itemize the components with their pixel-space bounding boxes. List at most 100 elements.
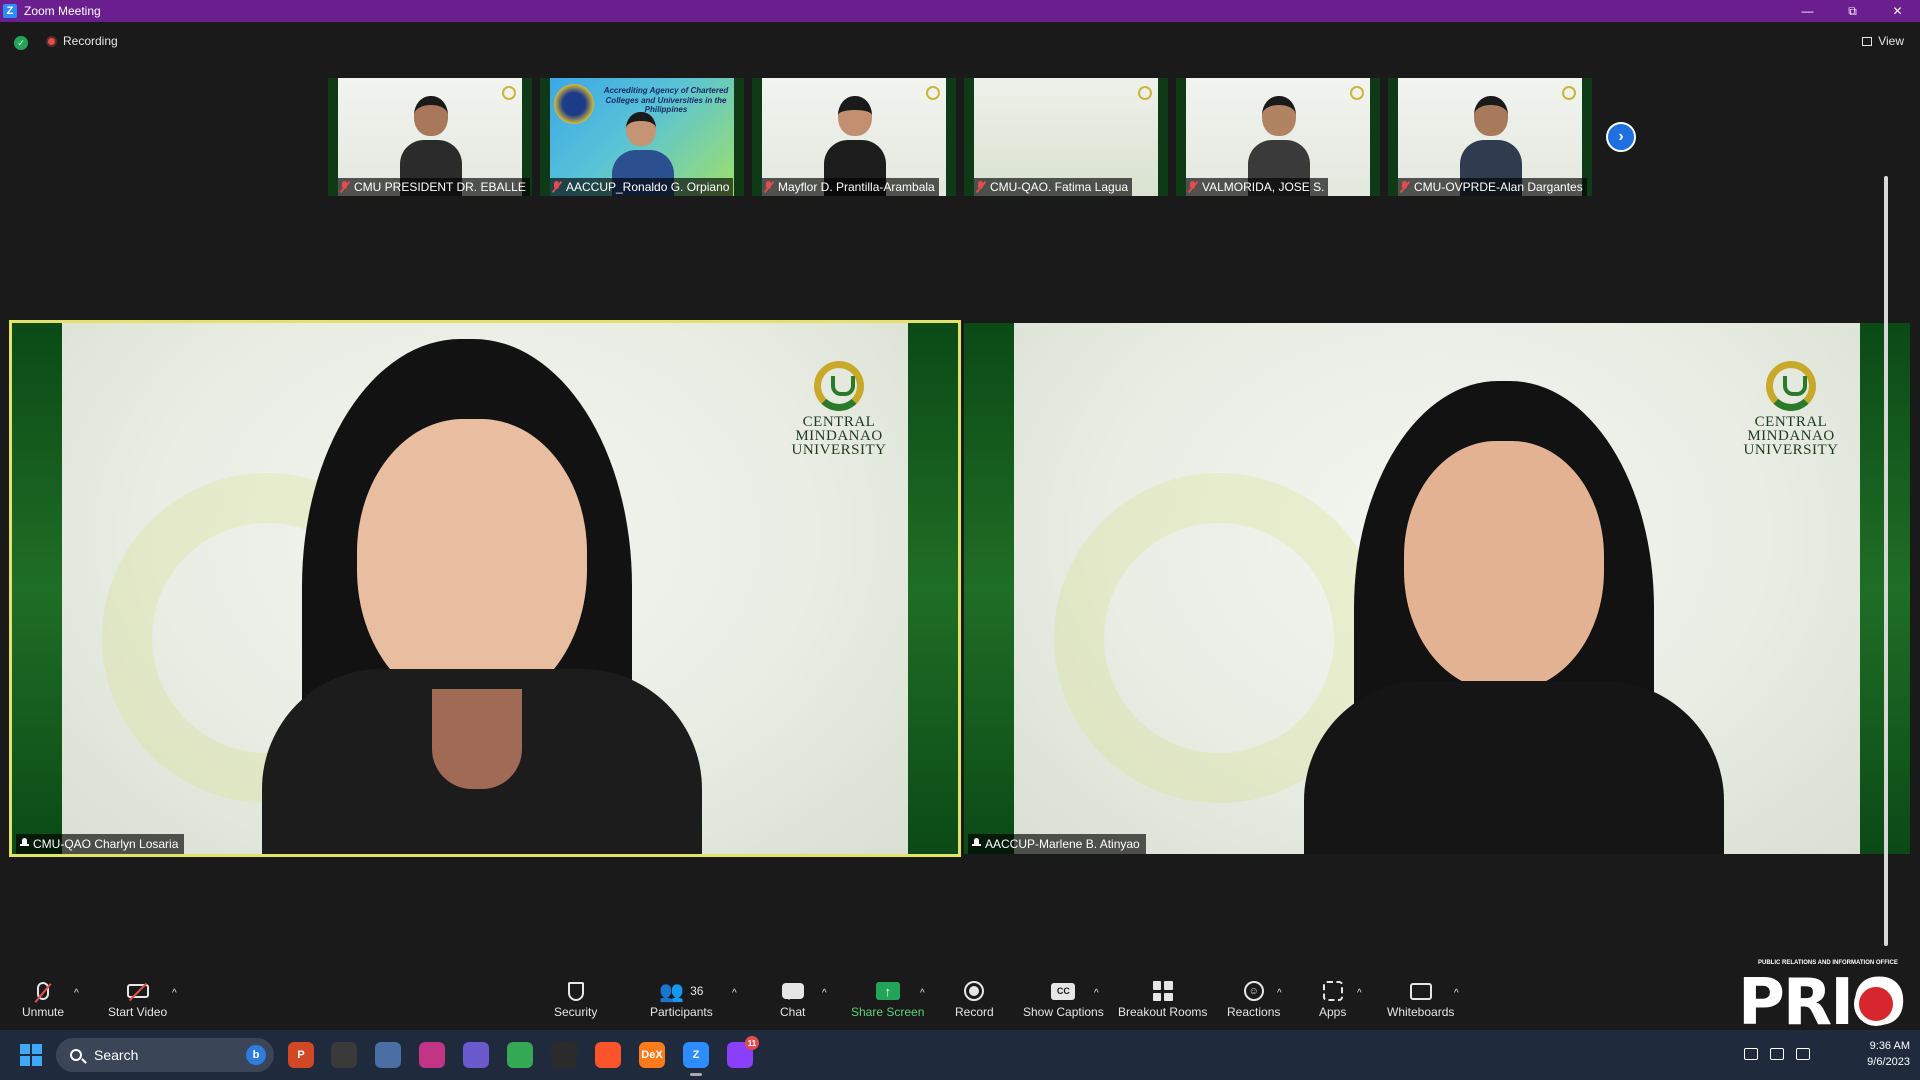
record-icon xyxy=(964,981,985,1001)
participant-gallery-strip: CMU PRESIDENT DR. EBALLE Accrediting Age… xyxy=(328,78,1592,196)
apps-button[interactable]: Apps xyxy=(1319,980,1346,1019)
obs-icon[interactable] xyxy=(551,1042,577,1068)
cmu-logo: CENTRAL MINDANAO UNIVERSITY xyxy=(1736,361,1846,458)
close-button[interactable]: ✕ xyxy=(1875,0,1920,22)
microphone-muted-icon xyxy=(37,982,50,1000)
messenger-icon[interactable]: 11 xyxy=(727,1036,759,1068)
chat-icon xyxy=(781,983,804,1000)
zoom-logo-icon: Z xyxy=(3,4,17,18)
clock-icon[interactable] xyxy=(331,1042,357,1068)
participant-thumbnail[interactable]: CMU PRESIDENT DR. EBALLE xyxy=(328,78,532,196)
video-options-caret-icon[interactable]: ^ xyxy=(172,988,177,999)
captions-options-caret-icon[interactable]: ^ xyxy=(1094,988,1099,999)
taskbar-search-box[interactable]: Search b xyxy=(56,1038,274,1072)
network-icon[interactable] xyxy=(1744,1048,1758,1060)
participant-thumbnail[interactable]: CMU-QAO. Fatima Lagua xyxy=(964,78,1168,196)
search-placeholder: Search xyxy=(94,1047,139,1063)
encryption-shield-icon[interactable]: ✓ xyxy=(14,36,28,50)
reactions-options-caret-icon[interactable]: ^ xyxy=(1277,988,1282,999)
meeting-toolbar: Unmute ^ Start Video ^ Security 👥 36 Part… xyxy=(0,968,1920,1030)
mic-icon xyxy=(972,838,981,850)
aaccup-banner-text: Accrediting Agency of Chartered Colleges… xyxy=(603,86,729,115)
whiteboards-options-caret-icon[interactable]: ^ xyxy=(1454,988,1459,999)
whiteboard-icon xyxy=(1409,982,1432,1000)
restore-button[interactable]: ⧉ xyxy=(1830,0,1875,22)
dex-icon[interactable]: DeX xyxy=(639,1042,665,1068)
zoom-icon[interactable]: Z xyxy=(683,1042,709,1076)
recording-indicator[interactable]: Recording xyxy=(46,34,118,48)
participant-name-label: CMU PRESIDENT DR. EBALLE xyxy=(338,178,530,196)
cmu-mini-logo xyxy=(502,86,516,100)
chrome-icon[interactable] xyxy=(507,1042,533,1068)
windows-taskbar: Search b P DeX Z 11 9:36 AM 9/6/2023 xyxy=(0,1030,1920,1080)
vertical-scrollbar[interactable] xyxy=(1884,176,1888,946)
participants-options-caret-icon[interactable]: ^ xyxy=(732,988,737,999)
apps-options-caret-icon[interactable]: ^ xyxy=(1357,988,1362,999)
search-icon xyxy=(70,1049,82,1061)
share-options-caret-icon[interactable]: ^ xyxy=(920,988,925,999)
notification-badge: 11 xyxy=(745,1036,759,1050)
active-speaker-video-tile[interactable]: CENTRAL MINDANAO UNIVERSITY CMU-QAO Char… xyxy=(9,320,961,857)
participants-button[interactable]: 👥 36 Participants xyxy=(650,980,713,1020)
captions-icon: CC xyxy=(1051,982,1076,1000)
snipping-tool-icon[interactable] xyxy=(463,1042,489,1068)
chat-button[interactable]: Chat xyxy=(780,980,805,1019)
camera-lens-icon xyxy=(1854,982,1898,1026)
whiteboards-button[interactable]: Whiteboards xyxy=(1387,980,1454,1019)
calculator-icon[interactable] xyxy=(375,1042,401,1068)
battery-icon[interactable] xyxy=(1796,1048,1810,1060)
meeting-info-bar: ✓ Recording View xyxy=(0,22,1920,64)
cmu-mini-logo xyxy=(1138,86,1152,100)
reactions-button[interactable]: ☺ Reactions xyxy=(1227,980,1280,1019)
instagram-icon[interactable] xyxy=(419,1042,445,1068)
next-page-chevron-right-icon[interactable]: › xyxy=(1606,122,1636,152)
unmute-button[interactable]: Unmute xyxy=(22,980,64,1019)
window-title: Zoom Meeting xyxy=(24,4,101,18)
record-button[interactable]: Record xyxy=(955,980,994,1019)
apps-icon xyxy=(1322,981,1343,1001)
participant-name-label: CMU-OVPRDE-Alan Dargantes xyxy=(1398,178,1587,196)
mic-muted-icon xyxy=(1400,181,1410,193)
view-button[interactable]: View xyxy=(1862,34,1904,48)
mic-muted-icon xyxy=(552,181,562,193)
mic-icon xyxy=(20,838,29,850)
participant-name-label: AACCUP-Marlene B. Atinyao xyxy=(968,834,1146,854)
grid-view-icon xyxy=(1862,36,1873,46)
cmu-mini-logo xyxy=(1562,86,1576,100)
volume-icon[interactable] xyxy=(1770,1048,1784,1060)
shield-icon xyxy=(567,981,584,1001)
cmu-logo: CENTRAL MINDANAO UNIVERSITY xyxy=(784,361,894,458)
windows-start-icon[interactable] xyxy=(20,1044,42,1066)
recording-label: Recording xyxy=(63,34,118,48)
show-captions-button[interactable]: CC Show Captions xyxy=(1023,980,1104,1019)
minimize-button[interactable]: — xyxy=(1785,0,1830,22)
breakout-rooms-button[interactable]: Breakout Rooms xyxy=(1118,980,1207,1019)
participants-icon: 👥 xyxy=(659,980,685,1003)
chat-options-caret-icon[interactable]: ^ xyxy=(822,988,827,999)
system-tray xyxy=(1744,1048,1810,1060)
video-off-icon xyxy=(126,984,149,998)
brave-icon[interactable] xyxy=(595,1042,621,1068)
share-screen-button[interactable]: ↑ Share Screen xyxy=(851,980,924,1019)
participants-count: 36 xyxy=(690,984,704,998)
window-title-bar: Z Zoom Meeting — ⧉ ✕ xyxy=(0,0,1920,22)
start-video-button[interactable]: Start Video xyxy=(108,980,167,1019)
participant-thumbnail[interactable]: Mayflor D. Prantilla-Arambala xyxy=(752,78,956,196)
mic-muted-icon xyxy=(764,181,774,193)
reactions-smiley-icon: ☺ xyxy=(1243,981,1264,1001)
recording-dot-icon xyxy=(46,35,57,47)
bing-icon[interactable]: b xyxy=(246,1045,266,1065)
clock-time: 9:36 AM xyxy=(1869,1040,1910,1052)
participant-video-tile[interactable]: CENTRAL MINDANAO UNIVERSITY AACCUP-Marle… xyxy=(964,323,1910,854)
participant-thumbnail[interactable]: VALMORIDA, JOSE S. xyxy=(1176,78,1380,196)
mic-muted-icon xyxy=(340,181,350,193)
participant-name-label: AACCUP_Ronaldo G. Orpiano xyxy=(550,178,734,196)
mic-muted-icon xyxy=(976,181,986,193)
audio-options-caret-icon[interactable]: ^ xyxy=(74,988,79,999)
participant-thumbnail[interactable]: Accrediting Agency of Chartered Colleges… xyxy=(540,78,744,196)
security-button[interactable]: Security xyxy=(554,980,597,1019)
participant-name-label: CMU-QAO Charlyn Losaria xyxy=(16,834,185,854)
clock[interactable]: 9:36 AM 9/6/2023 xyxy=(1867,1038,1910,1070)
powerpoint-icon[interactable]: P xyxy=(288,1042,314,1068)
participant-thumbnail[interactable]: CMU-OVPRDE-Alan Dargantes xyxy=(1388,78,1592,196)
